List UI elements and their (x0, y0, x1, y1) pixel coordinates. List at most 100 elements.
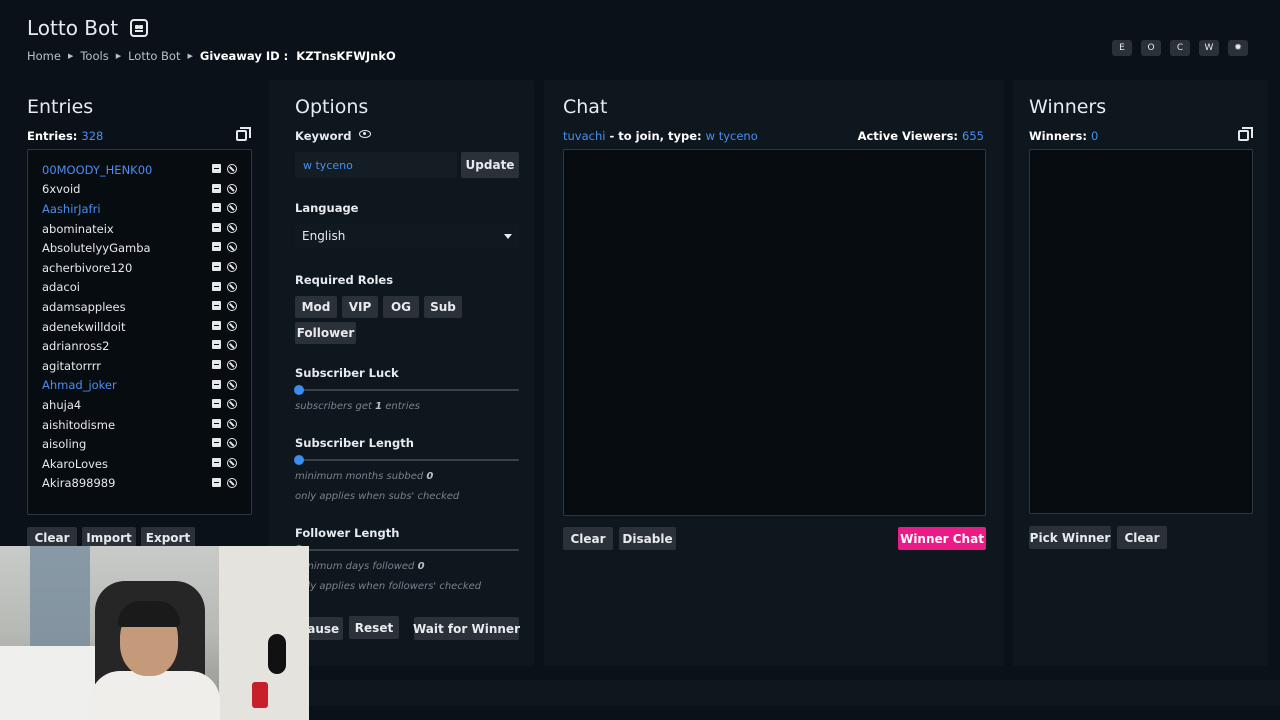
winners-clear-button[interactable]: Clear (1117, 526, 1167, 549)
ban-icon[interactable] (227, 359, 237, 370)
role-vip-button[interactable]: VIP (342, 296, 378, 318)
remove-entry-icon[interactable] (212, 438, 221, 448)
role-follower-button[interactable]: Follower (295, 322, 356, 344)
toggle-chat[interactable]: C (1170, 40, 1190, 56)
ban-icon[interactable] (227, 320, 237, 331)
sub-luck-hint: subscribers get 1 entries (295, 401, 420, 412)
remove-entry-icon[interactable] (212, 379, 221, 389)
entry-row: AashirJafri (42, 199, 251, 219)
language-select[interactable]: English (295, 223, 519, 249)
ban-icon[interactable] (227, 418, 237, 429)
ban-icon[interactable] (227, 242, 237, 253)
copy-icon[interactable] (1238, 127, 1253, 141)
entry-row: ahuja4 (42, 395, 251, 415)
ban-icon[interactable] (227, 457, 237, 468)
entry-row: adenekwilldoit (42, 317, 251, 337)
remove-entry-icon[interactable] (212, 261, 221, 271)
entry-row: Ahmad_joker (42, 376, 251, 396)
winners-count: Winners: 0 (1029, 129, 1098, 143)
chat-log[interactable] (563, 149, 986, 516)
toggle-options[interactable]: O (1141, 40, 1161, 56)
remove-entry-icon[interactable] (212, 477, 221, 487)
remove-entry-icon[interactable] (212, 222, 221, 232)
chat-host: tuvachi (563, 129, 606, 143)
ban-icon[interactable] (227, 261, 237, 272)
active-viewers: Active Viewers: 655 (858, 129, 984, 143)
entry-name: agitatorrrr (42, 358, 101, 373)
entry-row: acherbivore120 (42, 258, 251, 278)
ban-icon[interactable] (227, 164, 237, 174)
entry-row: abominateix (42, 219, 251, 239)
ban-icon[interactable] (227, 438, 237, 449)
entry-name: adrianross2 (42, 339, 110, 354)
entry-name: AkaroLoves (42, 456, 108, 471)
chat-panel: Chat tuvachi - to join, type: w tyceno A… (544, 80, 1004, 666)
ban-icon[interactable] (227, 281, 237, 292)
entry-name: aisoling (42, 437, 87, 452)
winners-list (1029, 149, 1253, 514)
eye-icon[interactable] (359, 130, 371, 138)
toggle-settings[interactable]: ✹ (1228, 40, 1248, 56)
active-viewers-value: 655 (962, 129, 984, 143)
remove-entry-icon[interactable] (212, 281, 221, 291)
entries-count: Entries: 328 (27, 129, 103, 143)
sub-luck-slider[interactable] (294, 385, 519, 395)
remove-entry-icon[interactable] (212, 399, 221, 409)
remove-entry-icon[interactable] (212, 183, 221, 193)
breadcrumb-tools[interactable]: Tools (80, 49, 108, 63)
wait-for-winner-button[interactable]: Wait for Winner (413, 617, 520, 640)
entry-row: agitatorrrr (42, 356, 251, 376)
ban-icon[interactable] (227, 183, 237, 194)
toggle-winners[interactable]: W (1199, 40, 1219, 56)
ban-icon[interactable] (227, 399, 237, 410)
keyword-input[interactable]: w tyceno (295, 152, 457, 178)
ban-icon[interactable] (227, 203, 237, 214)
ban-icon[interactable] (227, 477, 237, 488)
webcam-can (252, 682, 268, 708)
keyword-label: Keyword (295, 129, 352, 143)
entry-name: aishitodisme (42, 417, 116, 432)
role-sub-button[interactable]: Sub (424, 296, 462, 318)
keyword-update-button[interactable]: Update (461, 152, 519, 178)
remove-entry-icon[interactable] (212, 457, 221, 467)
entry-name: ahuja4 (42, 397, 82, 412)
remove-entry-icon[interactable] (212, 359, 221, 369)
remove-entry-icon[interactable] (212, 164, 221, 173)
pick-winner-button[interactable]: Pick Winner (1029, 526, 1111, 549)
entry-row: aisoling (42, 434, 251, 454)
role-og-button[interactable]: OG (383, 296, 419, 318)
entry-actions (212, 379, 237, 390)
chat-join-text: - to join, type: (609, 129, 702, 143)
remove-entry-icon[interactable] (212, 301, 221, 311)
remove-entry-icon[interactable] (212, 203, 221, 213)
slider-knob[interactable] (294, 455, 304, 465)
slider-knob[interactable] (294, 385, 304, 395)
remove-entry-icon[interactable] (212, 242, 221, 252)
language-value: English (302, 229, 346, 243)
winner-chat-button[interactable]: Winner Chat (898, 527, 986, 550)
ban-icon[interactable] (227, 340, 237, 351)
follower-length-slider[interactable] (294, 545, 519, 555)
copy-icon[interactable] (236, 127, 251, 141)
roles-label: Required Roles (295, 273, 394, 287)
remove-entry-icon[interactable] (212, 340, 221, 350)
breadcrumb-home[interactable]: Home (27, 49, 61, 63)
ban-icon[interactable] (227, 379, 237, 390)
sub-length-slider[interactable] (294, 455, 519, 465)
role-mod-button[interactable]: Mod (295, 296, 337, 318)
remove-entry-icon[interactable] (212, 418, 221, 428)
entry-row: aishitodisme (42, 415, 251, 435)
breadcrumb-lotto-bot[interactable]: Lotto Bot (128, 49, 180, 63)
toggle-entries[interactable]: E (1112, 40, 1132, 56)
remove-entry-icon[interactable] (212, 320, 221, 330)
chevron-right-icon: ▶ (187, 52, 193, 60)
sub-length-hint: minimum months subbed 0 (295, 471, 434, 482)
breadcrumb: Home ▶ Tools ▶ Lotto Bot ▶ Giveaway ID :… (27, 49, 396, 63)
chat-clear-button[interactable]: Clear (563, 527, 613, 550)
chat-disable-button[interactable]: Disable (619, 527, 676, 550)
chevron-right-icon: ▶ (115, 52, 122, 60)
ban-icon[interactable] (227, 301, 237, 312)
sub-length-label: Subscriber Length (295, 436, 414, 450)
reset-button[interactable]: Reset (349, 616, 399, 639)
ban-icon[interactable] (227, 222, 237, 233)
